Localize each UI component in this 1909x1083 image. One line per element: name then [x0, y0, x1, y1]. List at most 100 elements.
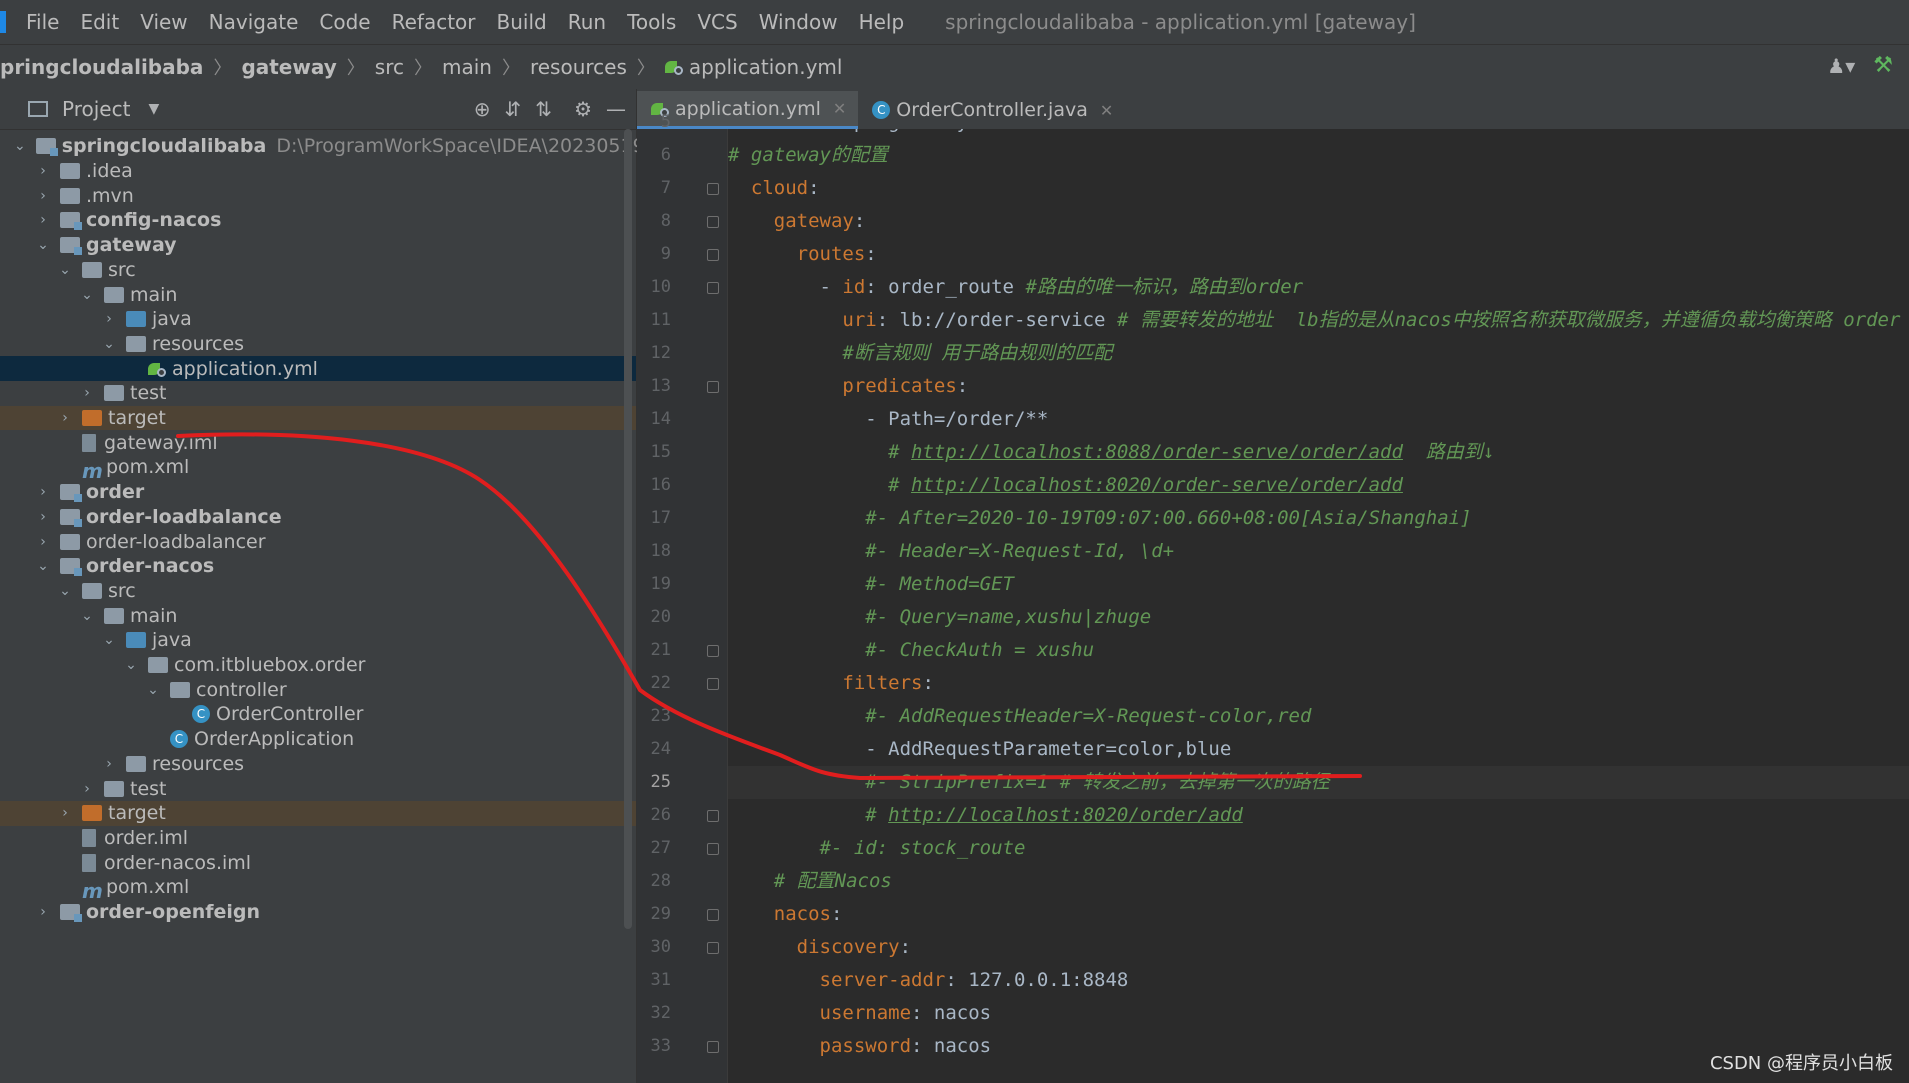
- breadcrumb-item[interactable]: pringcloudalibaba: [0, 55, 203, 79]
- menu-item-file[interactable]: File: [26, 10, 59, 34]
- tree-item[interactable]: › target: [0, 405, 636, 431]
- tree-item[interactable]: ⌄ main: [0, 282, 636, 307]
- breadcrumb-item[interactable]: main: [442, 55, 492, 79]
- menu-item-window[interactable]: Window: [759, 10, 838, 34]
- code-line[interactable]: uri: lb://order-service # 需要转发的地址 lb指的是从…: [728, 304, 1909, 337]
- tree-item[interactable]: application.yml: [0, 356, 636, 381]
- tree-item[interactable]: m pom.xml: [0, 455, 636, 483]
- fold-marker-icon[interactable]: [707, 942, 719, 954]
- breadcrumb-item[interactable]: application.yml: [664, 55, 842, 79]
- tree-item[interactable]: ⌄ com.itbluebox.order: [0, 653, 636, 678]
- chevron-down-icon[interactable]: ⌄: [124, 657, 138, 673]
- tree-item[interactable]: › target: [0, 800, 636, 826]
- collapse-all-icon[interactable]: ⇅: [535, 97, 552, 121]
- chevron-down-icon[interactable]: ⌄: [58, 262, 72, 278]
- tree-item[interactable]: › config-nacos: [0, 208, 636, 233]
- close-icon[interactable]: ✕: [1100, 101, 1113, 120]
- menu-item-build[interactable]: Build: [497, 10, 547, 34]
- chevron-down-icon[interactable]: ⌄: [14, 138, 26, 154]
- fold-marker-icon[interactable]: [707, 810, 719, 822]
- code-line[interactable]: # http://localhost:8020/order/add: [728, 799, 1909, 832]
- tree-item[interactable]: C OrderApplication: [0, 727, 636, 752]
- chevron-down-icon[interactable]: ⌄: [102, 336, 116, 352]
- code-editor[interactable]: name: api-gateway # gateway的配置 cloud: gat…: [728, 129, 1909, 1083]
- user-icon[interactable]: ♟▾: [1827, 54, 1855, 78]
- tree-item[interactable]: ⌄ java: [0, 628, 636, 653]
- tree-item[interactable]: ⌄ controller: [0, 677, 636, 702]
- code-line[interactable]: discovery:: [728, 931, 1909, 964]
- chevron-down-icon[interactable]: ⌄: [80, 287, 94, 303]
- tree-item[interactable]: gateway.iml: [0, 430, 636, 455]
- fold-marker-icon[interactable]: [707, 216, 719, 228]
- menu-item-edit[interactable]: Edit: [80, 10, 119, 34]
- chevron-right-icon[interactable]: ›: [36, 212, 50, 228]
- menu-item-navigate[interactable]: Navigate: [209, 10, 299, 34]
- chevron-right-icon[interactable]: ›: [58, 805, 72, 821]
- chevron-down-icon[interactable]: ⌄: [36, 237, 50, 253]
- menu-item-run[interactable]: Run: [568, 10, 606, 34]
- tree-item[interactable]: › test: [0, 381, 636, 406]
- fold-marker-icon[interactable]: [707, 909, 719, 921]
- code-line[interactable]: routes:: [728, 238, 1909, 271]
- code-line[interactable]: predicates:: [728, 370, 1909, 403]
- menu-item-code[interactable]: Code: [319, 10, 370, 34]
- chevron-down-icon[interactable]: ⌄: [80, 608, 94, 624]
- fold-marker-icon[interactable]: [707, 645, 719, 657]
- code-line[interactable]: #- id: stock_route: [728, 832, 1909, 865]
- code-line[interactable]: name: api-gateway: [728, 129, 1909, 139]
- fold-marker-icon[interactable]: [707, 249, 719, 261]
- tree-item[interactable]: order-nacos.iml: [0, 850, 636, 875]
- editor-tab[interactable]: C OrderController.java ✕: [858, 91, 1125, 129]
- breadcrumb-item[interactable]: src: [375, 55, 404, 79]
- locate-target-icon[interactable]: ⊕: [474, 97, 491, 121]
- code-line[interactable]: filters:: [728, 667, 1909, 700]
- tree-item[interactable]: ⌄ src: [0, 579, 636, 604]
- chevron-right-icon[interactable]: ›: [36, 904, 50, 920]
- code-line[interactable]: - Path=/order/**: [728, 403, 1909, 436]
- tree-item[interactable]: m pom.xml: [0, 875, 636, 903]
- chevron-down-icon[interactable]: ⌄: [146, 682, 160, 698]
- code-line[interactable]: gateway:: [728, 205, 1909, 238]
- fold-marker-icon[interactable]: [707, 381, 719, 393]
- chevron-down-icon[interactable]: ⌄: [58, 583, 72, 599]
- code-line[interactable]: #- Method=GET: [728, 568, 1909, 601]
- tree-scrollbar[interactable]: [624, 129, 632, 929]
- minimize-icon[interactable]: —: [606, 97, 626, 121]
- tree-item[interactable]: › .mvn: [0, 183, 636, 208]
- tree-item[interactable]: C OrderController: [0, 702, 636, 727]
- chevron-right-icon[interactable]: ›: [36, 534, 50, 550]
- tree-item[interactable]: ⌄ main: [0, 603, 636, 628]
- chevron-down-icon[interactable]: ⌄: [102, 632, 116, 648]
- chevron-down-icon[interactable]: ▼: [148, 101, 159, 117]
- close-icon[interactable]: ✕: [833, 99, 846, 118]
- fold-marker-icon[interactable]: [707, 282, 719, 294]
- tree-item[interactable]: › order-loadbalance: [0, 505, 636, 530]
- tree-item[interactable]: ⌄ springcloudalibaba D:\ProgramWorkSpace\I…: [0, 134, 661, 159]
- tree-item[interactable]: › order-loadbalancer: [0, 529, 636, 554]
- chevron-right-icon[interactable]: ›: [36, 509, 50, 525]
- chevron-right-icon[interactable]: ›: [102, 756, 116, 772]
- menu-item-help[interactable]: Help: [859, 10, 905, 34]
- code-line[interactable]: username: nacos: [728, 997, 1909, 1030]
- code-line[interactable]: #- After=2020-10-19T09:07:00.660+08:00[A…: [728, 502, 1909, 535]
- code-line[interactable]: # gateway的配置: [728, 139, 1909, 172]
- code-line[interactable]: cloud:: [728, 172, 1909, 205]
- gear-icon[interactable]: ⚙: [574, 97, 592, 121]
- tree-item[interactable]: ⌄ resources: [0, 332, 636, 357]
- code-link[interactable]: http://localhost:8020/order/add: [888, 804, 1243, 826]
- tree-item[interactable]: › test: [0, 776, 636, 801]
- code-line[interactable]: #- StripPrefix=1 # 转发之前，去掉第一次的路径: [728, 766, 1909, 799]
- project-panel-title[interactable]: Project: [62, 97, 130, 121]
- breadcrumb-item[interactable]: gateway: [241, 55, 336, 79]
- code-link[interactable]: http://localhost:8088/order-serve/order/…: [911, 441, 1403, 463]
- tree-item[interactable]: ⌄ gateway: [0, 233, 636, 258]
- fold-marker-icon[interactable]: [707, 843, 719, 855]
- tree-item[interactable]: order.iml: [0, 826, 636, 851]
- tree-item[interactable]: ⌄ order-nacos: [0, 554, 636, 579]
- code-line[interactable]: nacos:: [728, 898, 1909, 931]
- breadcrumb-item[interactable]: resources: [530, 55, 627, 79]
- chevron-right-icon[interactable]: ›: [36, 163, 50, 179]
- code-line[interactable]: - id: order_route #路由的唯一标识，路由到order: [728, 271, 1909, 304]
- menu-item-refactor[interactable]: Refactor: [392, 10, 476, 34]
- code-line[interactable]: #断言规则 用于路由规则的匹配: [728, 337, 1909, 370]
